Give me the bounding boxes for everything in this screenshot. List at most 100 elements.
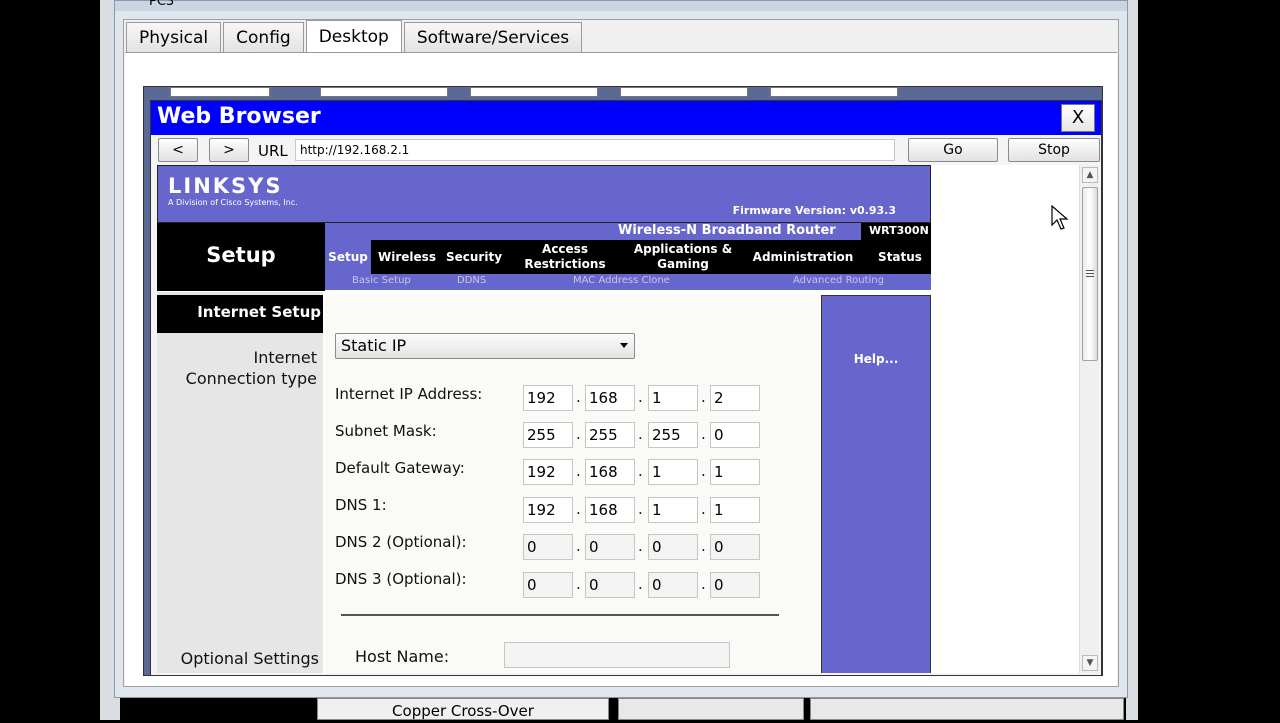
optional-settings-label: Optional Settings bbox=[180, 649, 319, 668]
desktop-app-icon[interactable] bbox=[170, 87, 270, 97]
scroll-up-icon[interactable]: ▲ bbox=[1082, 167, 1098, 183]
browser-nav-bar: < > URL http://192.168.2.1 Go Stop bbox=[151, 135, 1101, 165]
octet-input[interactable]: 192 bbox=[523, 497, 573, 523]
octet-input[interactable]: 1 bbox=[648, 497, 698, 523]
menu-applications-gaming[interactable]: Applications & Gaming bbox=[629, 240, 737, 274]
linksys-tagline: A Division of Cisco Systems, Inc. bbox=[168, 198, 298, 207]
main-menu: Setup Wireless Security Access Restricti… bbox=[325, 240, 931, 274]
scroll-thumb[interactable] bbox=[1082, 187, 1098, 361]
field-label: DNS 3 (Optional): bbox=[335, 570, 467, 588]
dot-separator: . bbox=[638, 462, 643, 480]
octet-input[interactable]: 1 bbox=[710, 497, 760, 523]
desktop-app-icon[interactable] bbox=[770, 87, 898, 97]
stop-button[interactable]: Stop bbox=[1008, 138, 1100, 162]
dot-separator: . bbox=[638, 537, 643, 555]
connection-type-select[interactable]: Static IP bbox=[335, 333, 635, 359]
vertical-scrollbar[interactable]: ▲ ▼ bbox=[1079, 165, 1099, 673]
octet-input[interactable]: 0 bbox=[710, 422, 760, 448]
cable-type-label[interactable]: Copper Cross-Over bbox=[317, 698, 609, 720]
browser-title: Web Browser bbox=[157, 104, 321, 129]
connection-type-label: Internet Connection type bbox=[157, 347, 317, 389]
divider bbox=[341, 614, 779, 616]
bottom-scrollbar[interactable] bbox=[810, 698, 1124, 720]
field-label: Default Gateway: bbox=[335, 459, 465, 477]
model-bar: Wireless-N Broadband Router WRT300N bbox=[325, 223, 931, 240]
pc-window: PC3 Physical Config Desktop Software/Ser… bbox=[114, 0, 1128, 698]
dot-separator: . bbox=[576, 425, 581, 443]
tab-desktop[interactable]: Desktop bbox=[305, 20, 402, 52]
octet-input[interactable]: 0 bbox=[585, 572, 635, 598]
octet-input[interactable]: 0 bbox=[648, 572, 698, 598]
field-label: Internet IP Address: bbox=[335, 385, 483, 403]
section-title: Setup bbox=[206, 243, 276, 267]
dot-separator: . bbox=[701, 388, 706, 406]
browser-close-button[interactable]: X bbox=[1061, 104, 1095, 132]
octet-input[interactable]: 2 bbox=[710, 385, 760, 411]
octet-input[interactable]: 0 bbox=[585, 534, 635, 560]
dot-separator: . bbox=[638, 425, 643, 443]
window-titlebar: PC3 bbox=[115, 0, 1127, 11]
dot-separator: . bbox=[638, 500, 643, 518]
dot-separator: . bbox=[638, 388, 643, 406]
linksys-header: LINKSYS A Division of Cisco Systems, Inc… bbox=[157, 165, 931, 223]
mouse-cursor-icon bbox=[1051, 205, 1069, 230]
dot-separator: . bbox=[701, 462, 706, 480]
model-code: WRT300N bbox=[861, 223, 931, 240]
octet-input[interactable]: 0 bbox=[710, 572, 760, 598]
tab-software-services[interactable]: Software/Services bbox=[403, 22, 583, 52]
octet-input[interactable]: 0 bbox=[523, 534, 573, 560]
submenu-basic-setup[interactable]: Basic Setup bbox=[352, 275, 411, 286]
menu-administration[interactable]: Administration bbox=[751, 240, 855, 274]
desktop-app-icon[interactable] bbox=[470, 87, 598, 97]
field-label: DNS 1: bbox=[335, 496, 387, 514]
octet-input[interactable]: 168 bbox=[585, 459, 635, 485]
menu-wireless[interactable]: Wireless bbox=[375, 240, 439, 274]
dot-separator: . bbox=[701, 425, 706, 443]
submenu-advanced-routing[interactable]: Advanced Routing bbox=[793, 275, 884, 286]
menu-status[interactable]: Status bbox=[869, 240, 931, 274]
dot-separator: . bbox=[576, 388, 581, 406]
octet-input[interactable]: 255 bbox=[585, 422, 635, 448]
forward-button[interactable]: > bbox=[209, 138, 249, 162]
submenu-mac-address-clone[interactable]: MAC Address Clone bbox=[573, 275, 670, 286]
desktop-content: Web Browser X < > URL http://192.168.2.1… bbox=[125, 52, 1117, 686]
octet-input[interactable]: 255 bbox=[648, 422, 698, 448]
sub-menu: Basic Setup DDNS MAC Address Clone Advan… bbox=[325, 274, 931, 290]
menu-setup[interactable]: Setup bbox=[325, 240, 371, 274]
url-input[interactable]: http://192.168.2.1 bbox=[295, 139, 895, 161]
desktop-app-icon[interactable] bbox=[620, 87, 748, 97]
menu-access-restrictions[interactable]: Access Restrictions bbox=[517, 240, 613, 274]
octet-input[interactable]: 0 bbox=[710, 534, 760, 560]
octet-input[interactable]: 1 bbox=[710, 459, 760, 485]
linksys-logo: LINKSYS bbox=[168, 174, 283, 198]
host-name-label: Host Name: bbox=[355, 647, 450, 666]
firmware-version: Firmware Version: v0.93.3 bbox=[732, 204, 896, 217]
octet-input[interactable]: 168 bbox=[585, 385, 635, 411]
octet-input[interactable]: 1 bbox=[648, 459, 698, 485]
submenu-ddns[interactable]: DDNS bbox=[457, 275, 486, 286]
octet-input[interactable]: 192 bbox=[523, 385, 573, 411]
help-link[interactable]: Help... bbox=[822, 352, 930, 366]
model-name: Wireless-N Broadband Router bbox=[618, 223, 836, 238]
host-name-input[interactable] bbox=[504, 642, 730, 668]
octet-input[interactable]: 1 bbox=[648, 385, 698, 411]
desktop-app-icon[interactable] bbox=[320, 87, 448, 97]
octet-input[interactable]: 0 bbox=[648, 534, 698, 560]
octet-input[interactable]: 0 bbox=[523, 572, 573, 598]
internet-setup-title: Internet Setup bbox=[197, 303, 321, 321]
tab-config[interactable]: Config bbox=[223, 22, 304, 52]
scroll-down-icon[interactable]: ▼ bbox=[1082, 655, 1098, 671]
octet-input[interactable]: 168 bbox=[585, 497, 635, 523]
back-button[interactable]: < bbox=[158, 138, 198, 162]
go-button[interactable]: Go bbox=[908, 138, 998, 162]
tab-physical[interactable]: Physical bbox=[126, 22, 222, 52]
dot-separator: . bbox=[576, 500, 581, 518]
window-body: Physical Config Desktop Software/Service… bbox=[123, 19, 1119, 687]
browser-viewport: LINKSYS A Division of Cisco Systems, Inc… bbox=[157, 165, 1079, 673]
chevron-down-icon bbox=[620, 343, 628, 348]
octet-input[interactable]: 255 bbox=[523, 422, 573, 448]
menu-security[interactable]: Security bbox=[443, 240, 505, 274]
octet-input[interactable]: 192 bbox=[523, 459, 573, 485]
url-label: URL bbox=[258, 142, 288, 160]
web-browser-window: Web Browser X < > URL http://192.168.2.1… bbox=[150, 100, 1102, 676]
